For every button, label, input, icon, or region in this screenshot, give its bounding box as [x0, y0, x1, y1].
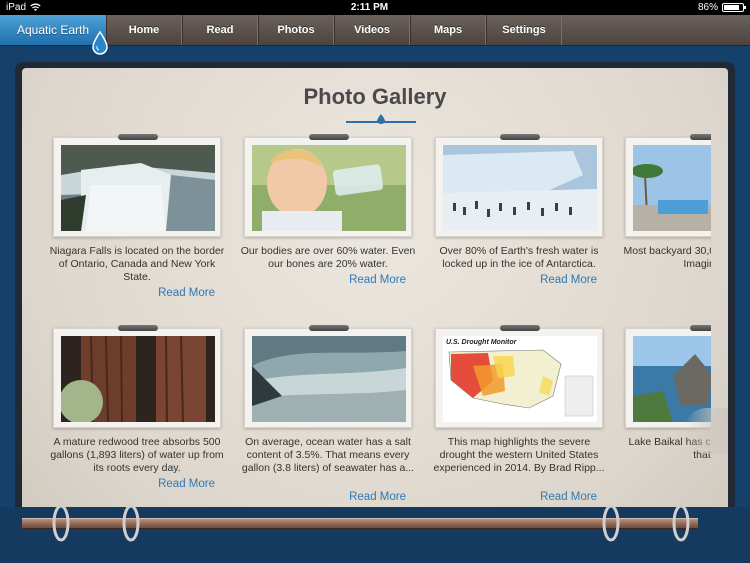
photo-frame: [53, 325, 221, 428]
brand-label: Aquatic Earth: [16, 23, 90, 37]
ring-right-inner-icon: [602, 504, 620, 542]
brand-tab[interactable]: Aquatic Earth: [0, 15, 108, 55]
photo-frame: [244, 134, 412, 237]
read-more-link[interactable]: Read More: [540, 491, 597, 503]
card-caption: This map highlights the severe drought t…: [433, 436, 605, 474]
card-caption: On average, ocean water has a salt conte…: [241, 436, 415, 474]
ring-right-outer-icon: [672, 504, 690, 542]
map-title: U.S. Drought Monitor: [446, 339, 518, 346]
ring-left-outer-icon: [52, 504, 70, 542]
clip-icon: [500, 325, 540, 331]
nav-read-label: Read: [206, 24, 234, 36]
nav-home-label: Home: [128, 24, 160, 36]
nav-home[interactable]: Home: [106, 15, 182, 45]
clip-icon: [500, 134, 540, 140]
clip-icon: [690, 134, 711, 140]
ring-left-inner-icon: [122, 504, 140, 542]
nav-bar: Aquatic Earth Home Read Photos Videos Ma…: [0, 15, 750, 55]
clock: 2:11 PM: [350, 2, 389, 13]
drought-map-photo[interactable]: U.S. Drought Monitor: [443, 336, 597, 422]
device-label: iPad: [6, 2, 27, 13]
card-caption: Our bodies are over 60% water. Even our …: [240, 245, 416, 270]
nav-maps[interactable]: Maps: [410, 15, 486, 45]
wifi-icon: [30, 3, 41, 11]
nav-videos[interactable]: Videos: [334, 15, 410, 45]
status-bar: iPad 2:11 PM 86%: [0, 0, 750, 15]
boy-drinking-water-photo[interactable]: [252, 145, 406, 231]
read-more-link[interactable]: Read More: [158, 287, 215, 299]
battery-icon: [722, 3, 746, 12]
read-more-link[interactable]: Read More: [158, 478, 215, 490]
battery-percent: 86%: [697, 2, 718, 13]
backyard-pool-photo[interactable]: [633, 145, 711, 231]
photo-frame: [435, 134, 603, 237]
niagara-falls-photo[interactable]: [61, 145, 215, 231]
antarctic-ice-photo[interactable]: [443, 145, 597, 231]
next-page-tab[interactable]: [684, 408, 728, 454]
clip-icon: [118, 134, 158, 140]
gallery-paper: Photo Gallery Niagara Falls is located o…: [22, 68, 728, 563]
redwood-tree-photo[interactable]: [61, 336, 215, 422]
nav-settings-label: Settings: [502, 24, 546, 36]
clip-icon: [118, 325, 158, 331]
nav-read[interactable]: Read: [182, 15, 258, 45]
gallery-board: Photo Gallery Niagara Falls is located o…: [15, 62, 735, 563]
water-drop-icon: [92, 31, 108, 55]
nav-photos[interactable]: Photos: [258, 15, 334, 45]
photo-frame: [53, 134, 221, 237]
read-more-link[interactable]: Read More: [540, 274, 597, 286]
photo-frame: [625, 134, 711, 237]
photo-frame: U.S. Drought Monitor: [435, 325, 603, 428]
card-caption: Over 80% of Earth's fresh water is locke…: [439, 245, 599, 270]
read-more-link[interactable]: Read More: [349, 491, 406, 503]
rail-base: [0, 507, 750, 563]
nav-photos-label: Photos: [277, 24, 315, 36]
photo-gallery[interactable]: Niagara Falls is located on the border o…: [22, 68, 711, 508]
clip-icon: [690, 325, 711, 331]
nav-settings[interactable]: Settings: [486, 15, 562, 45]
card-caption: Niagara Falls is located on the border o…: [49, 245, 225, 283]
ocean-wave-photo[interactable]: [252, 336, 406, 422]
nav-videos-label: Videos: [354, 24, 390, 36]
read-more-link[interactable]: Read More: [349, 274, 406, 286]
clip-icon: [309, 134, 349, 140]
card-caption: Most backyard 30,000 gallons liters). Im…: [623, 245, 712, 270]
clip-icon: [309, 325, 349, 331]
card-caption: A mature redwood tree absorbs 500 gallon…: [50, 436, 224, 474]
photo-frame: [244, 325, 412, 428]
nav-maps-label: Maps: [433, 24, 463, 36]
